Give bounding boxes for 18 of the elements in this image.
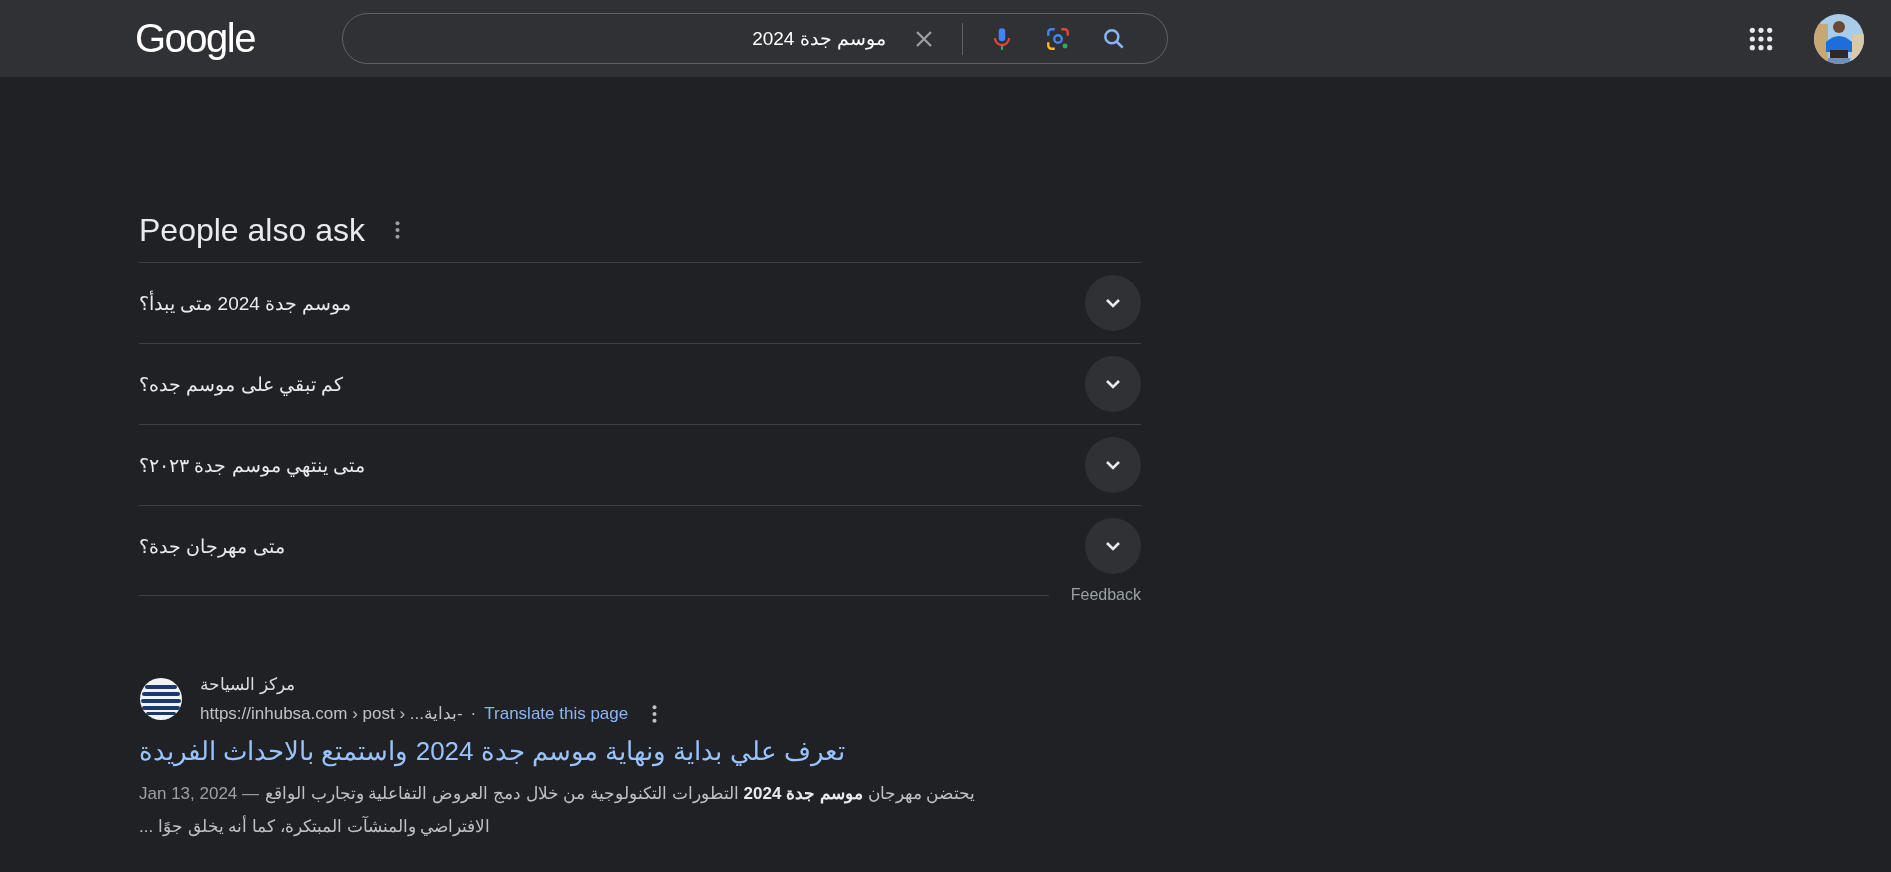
result-title-link[interactable]: تعرف علي بداية ونهاية موسم جدة 2024 واستمتع بالاحداث الفريدة — [139, 736, 845, 767]
google-logo[interactable]: Google — [135, 16, 275, 61]
site-name[interactable]: مركز السياحة — [200, 674, 295, 695]
apps-grid-icon[interactable] — [1748, 25, 1774, 52]
translate-link[interactable]: Translate this page — [484, 703, 629, 724]
question-text[interactable]: متى ينتهي موسم جدة ٢٠٢٣؟ — [139, 453, 366, 477]
result-url[interactable]: https://inhubsa.com › post › ...بداية- — [200, 703, 463, 724]
search-input[interactable]: موسم جدة 2024 — [363, 26, 888, 51]
question-text[interactable]: كم تبقي على موسم جده؟ — [139, 372, 344, 396]
question-text[interactable]: متى مهرجان جدة؟ — [139, 534, 285, 558]
globe-icon — [139, 677, 183, 721]
more-options-icon[interactable] — [394, 221, 400, 239]
camera-icon[interactable] — [1045, 25, 1071, 52]
section-title: People also ask — [139, 211, 365, 249]
separator-dot: · — [470, 703, 477, 724]
more-options-icon[interactable] — [652, 704, 658, 723]
question-text[interactable]: موسم جدة 2024 متى يبدأ؟ — [139, 291, 352, 315]
feedback-link[interactable]: Feedback — [1070, 586, 1141, 604]
